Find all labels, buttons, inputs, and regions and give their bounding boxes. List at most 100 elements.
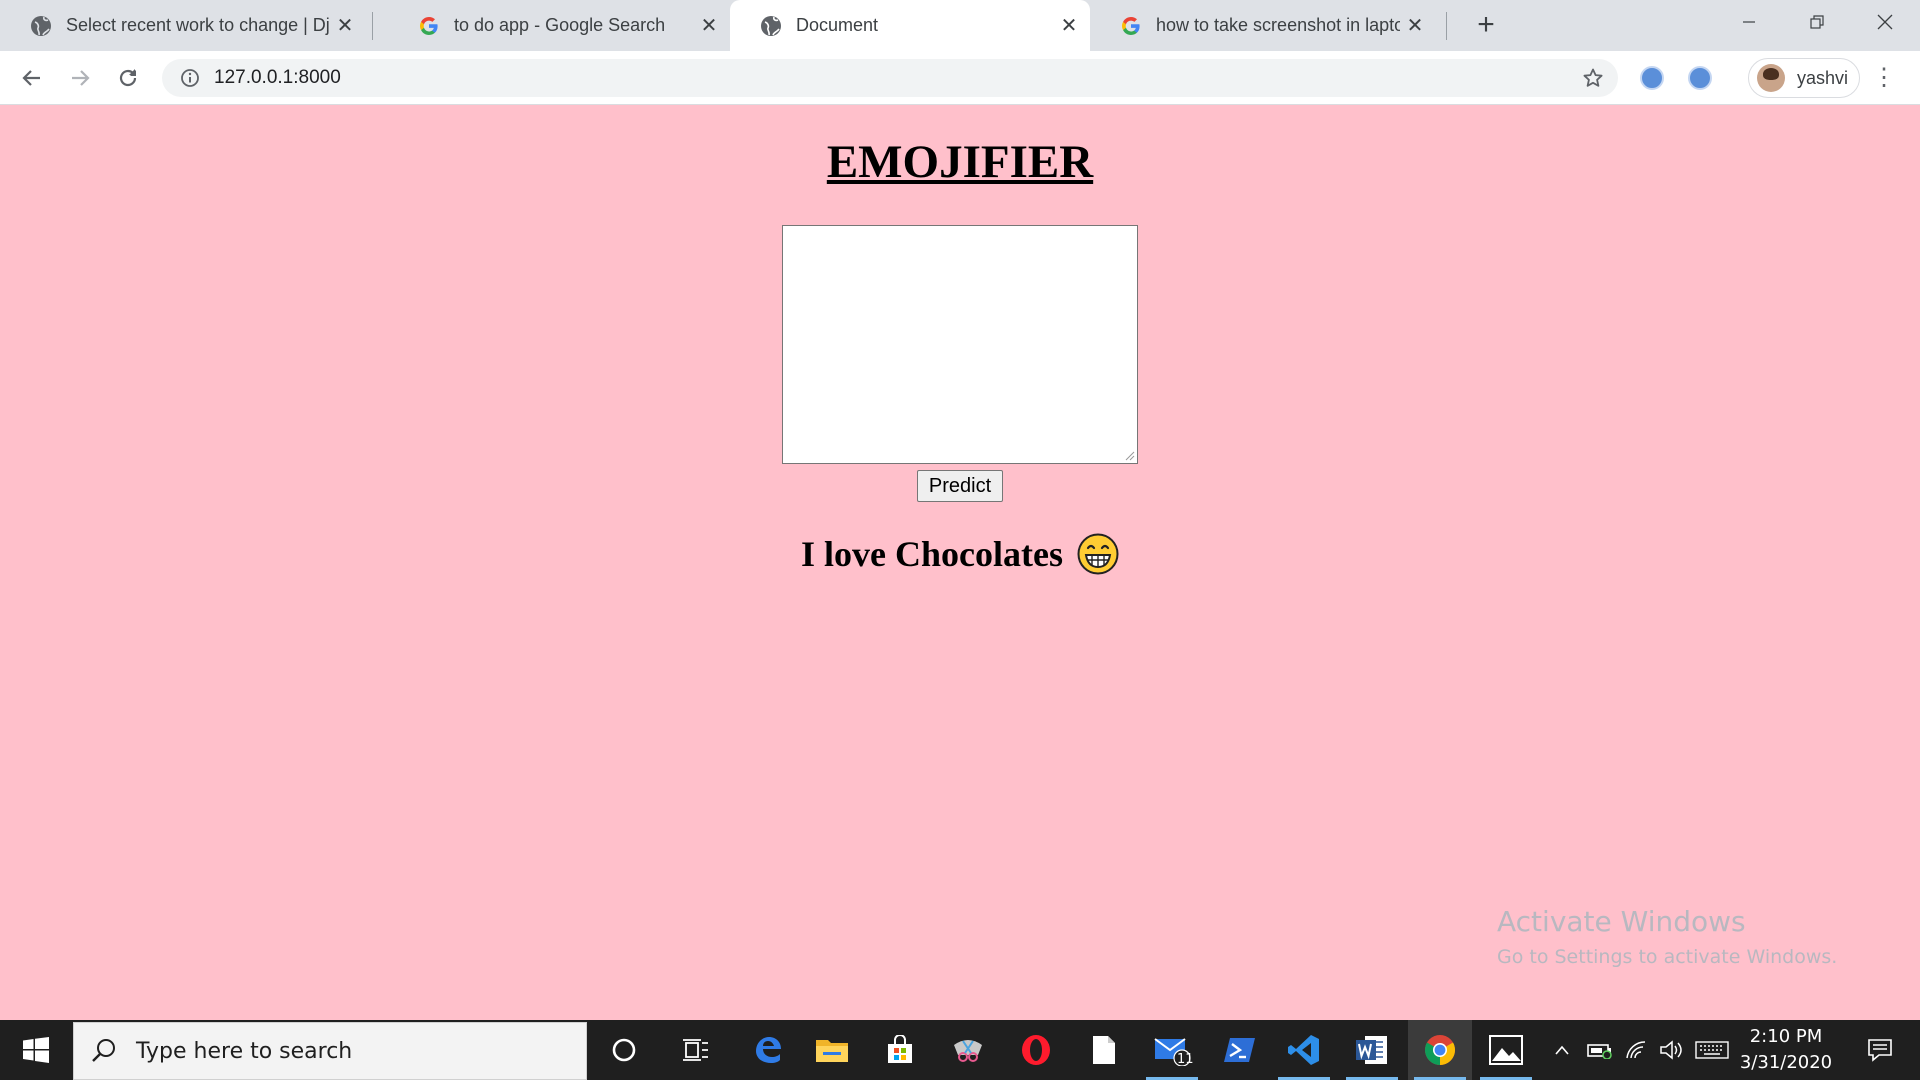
- vscode-icon: [1288, 1035, 1319, 1065]
- battery-tray[interactable]: [1584, 1020, 1616, 1080]
- info-icon[interactable]: [180, 68, 200, 88]
- close-tab-icon[interactable]: ✕: [1054, 13, 1084, 38]
- minimize-icon: [1743, 21, 1755, 23]
- taskbar-mail[interactable]: 11: [1140, 1020, 1204, 1080]
- result-text: I love Chocolates: [801, 534, 1063, 574]
- show-hidden-icons[interactable]: [1548, 1020, 1576, 1080]
- mail-badge: 11: [1177, 1052, 1194, 1067]
- chevron-up-icon: [1555, 1045, 1569, 1055]
- close-window-button[interactable]: [1850, 0, 1920, 44]
- taskbar-opera[interactable]: [1004, 1020, 1068, 1080]
- chrome-icon: [1424, 1035, 1456, 1065]
- wifi-tray[interactable]: [1620, 1020, 1654, 1080]
- restore-button[interactable]: [1782, 0, 1852, 44]
- tab-document[interactable]: Document ✕: [730, 0, 1090, 51]
- tab-title: to do app - Google Search: [454, 15, 666, 35]
- address-bar[interactable]: 127.0.0.1:8000: [162, 59, 1618, 97]
- powershell-icon: [1224, 1038, 1255, 1062]
- watermark-title: Activate Windows: [1497, 905, 1746, 938]
- volume-icon: [1660, 1040, 1682, 1060]
- store-icon: [888, 1035, 912, 1063]
- search-placeholder: Type here to search: [136, 1038, 353, 1064]
- profile-name: yashvi: [1797, 67, 1849, 88]
- resize-grip-icon[interactable]: [1125, 451, 1135, 461]
- arrow-right-icon: [72, 70, 90, 86]
- taskbar-file-explorer[interactable]: [800, 1020, 864, 1080]
- touch-keyboard-tray[interactable]: [1692, 1020, 1732, 1080]
- forward-button[interactable]: [62, 60, 98, 96]
- prediction-result: I love Chocolates: [0, 533, 1920, 575]
- taskbar-snip-sketch[interactable]: [936, 1020, 1000, 1080]
- start-button[interactable]: [0, 1020, 72, 1080]
- taskbar-store[interactable]: [868, 1020, 932, 1080]
- taskbar-word[interactable]: [1340, 1020, 1404, 1080]
- close-tab-icon[interactable]: ✕: [694, 13, 724, 38]
- close-tab-icon[interactable]: ✕: [330, 13, 360, 38]
- arrow-left-icon: [22, 70, 40, 86]
- clock-date: 3/31/2020: [1739, 1052, 1833, 1073]
- taskbar-powershell[interactable]: [1208, 1020, 1272, 1080]
- google-icon: [1120, 15, 1142, 37]
- clock-time: 2:10 PM: [1749, 1026, 1823, 1047]
- folder-icon: [816, 1040, 848, 1062]
- predict-button[interactable]: Predict: [917, 470, 1003, 502]
- text-input-area[interactable]: [782, 225, 1138, 464]
- tab-screenshot-search[interactable]: how to take screenshot in laptop ✕: [1090, 0, 1436, 51]
- cortana-icon: [612, 1038, 636, 1062]
- taskbar-vscode[interactable]: [1272, 1020, 1336, 1080]
- taskbar-edge[interactable]: [736, 1020, 800, 1080]
- back-button[interactable]: [14, 60, 50, 96]
- reload-icon: [119, 69, 137, 87]
- profile-button[interactable]: yashvi: [1748, 58, 1860, 98]
- photos-icon: [1489, 1035, 1523, 1065]
- windows-taskbar: Type here to search 11 2:10 PM 3/31/2020: [0, 1020, 1920, 1080]
- keyboard-icon: [1695, 1041, 1729, 1059]
- battery-icon: [1587, 1044, 1612, 1059]
- search-icon: [92, 1039, 115, 1062]
- minimize-button[interactable]: [1714, 0, 1784, 44]
- tab-separator: [372, 12, 373, 40]
- browser-toolbar: 127.0.0.1:8000 yashvi ⋮: [0, 51, 1920, 105]
- edge-icon: [756, 1037, 781, 1063]
- url-text: 127.0.0.1:8000: [214, 67, 341, 88]
- taskbar-search-box[interactable]: Type here to search: [73, 1022, 587, 1080]
- taskbar-notepad[interactable]: [1072, 1020, 1136, 1080]
- google-icon: [418, 15, 440, 37]
- watermark-subtitle: Go to Settings to activate Windows.: [1497, 946, 1838, 968]
- word-icon: [1356, 1036, 1387, 1064]
- extension-icon[interactable]: [1688, 66, 1712, 90]
- task-view-button[interactable]: [664, 1020, 728, 1080]
- windows-logo-icon: [23, 1037, 49, 1063]
- page-content: EMOJIFIER Predict I love Chocolates Acti…: [0, 105, 1920, 1020]
- activate-windows-watermark: Activate Windows Go to Settings to activ…: [1497, 905, 1837, 968]
- tab-select-recent-work[interactable]: Select recent work to change | Dj ✕: [0, 0, 366, 51]
- notification-icon: [1868, 1039, 1892, 1062]
- grinning-face-icon: [1077, 533, 1119, 575]
- cortana-button[interactable]: [592, 1020, 656, 1080]
- volume-tray[interactable]: [1656, 1020, 1688, 1080]
- more-menu-icon[interactable]: ⋮: [1872, 65, 1896, 93]
- browser-tab-strip: Select recent work to change | Dj ✕ to d…: [0, 0, 1920, 51]
- close-tab-icon[interactable]: ✕: [1400, 13, 1430, 38]
- close-icon: [1877, 14, 1893, 30]
- snip-sketch-icon: [954, 1040, 982, 1062]
- avatar: [1757, 64, 1785, 92]
- tab-to-do-app[interactable]: to do app - Google Search ✕: [388, 0, 730, 51]
- new-tab-button[interactable]: +: [1468, 8, 1504, 44]
- task-view-icon: [683, 1039, 708, 1061]
- action-center-button[interactable]: [1852, 1020, 1908, 1080]
- taskbar-clock[interactable]: 2:10 PM 3/31/2020: [1734, 1024, 1838, 1076]
- globe-icon: [760, 15, 782, 37]
- taskbar-chrome[interactable]: [1408, 1020, 1472, 1080]
- tab-title: Select recent work to change | Dj: [66, 15, 330, 35]
- tab-title: Document: [796, 15, 879, 35]
- restore-icon: [1810, 15, 1824, 29]
- reload-button[interactable]: [110, 60, 146, 96]
- taskbar-photos[interactable]: [1474, 1020, 1538, 1080]
- tab-separator: [1446, 12, 1447, 40]
- globe-icon: [30, 15, 52, 37]
- wifi-icon: [1626, 1041, 1646, 1059]
- opera-icon: [1022, 1035, 1050, 1065]
- bookmark-star-icon[interactable]: [1582, 67, 1604, 89]
- extension-icon[interactable]: [1640, 66, 1664, 90]
